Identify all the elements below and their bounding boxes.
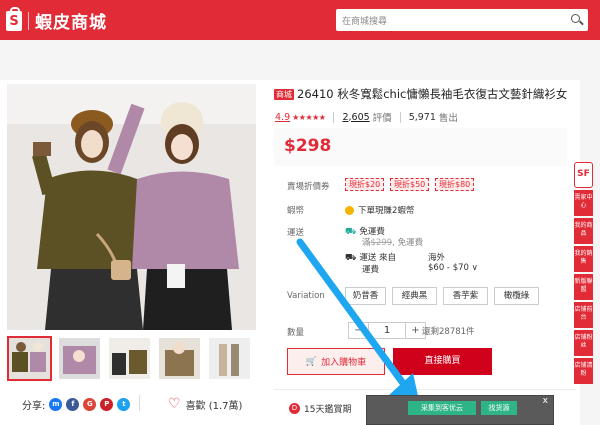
voucher-label: 賣場折價券	[287, 182, 330, 192]
rail-my-sales[interactable]: 我的銷售	[574, 246, 593, 272]
product-photo	[7, 84, 256, 330]
variation-option-1[interactable]: 奶昔香	[345, 287, 386, 305]
shipping-label: 運送	[287, 228, 305, 238]
thumbnail-2[interactable]	[57, 336, 102, 381]
rating-stars: ★★★★★	[292, 112, 326, 122]
thumbnail-1[interactable]	[7, 336, 52, 381]
free-shipping-suffix: 免運費	[397, 238, 424, 248]
shipping-fee-dropdown[interactable]: $60 - $70 ∨	[428, 263, 478, 273]
quantity-minus-button[interactable]: −	[349, 323, 368, 338]
logo-divider	[28, 11, 29, 30]
rail-storefront[interactable]: 店铺前台	[574, 302, 593, 328]
twitter-icon[interactable]: t	[117, 398, 131, 411]
product-title-text: 26410 秋冬寬鬆chic慵懶長袖毛衣復古文藝針織衫女	[297, 87, 568, 101]
variation-option-4[interactable]: 橄欖綠	[494, 287, 539, 305]
guarantee-info: D 15天鑑賞期	[289, 402, 351, 415]
buy-now-button[interactable]: 直接購買	[393, 348, 492, 375]
pinterest-icon[interactable]: P	[100, 398, 114, 411]
rail-store-fans[interactable]: 店铺粉丝	[574, 330, 593, 356]
heart-icon: ♡	[168, 396, 181, 412]
share-label: 分享:	[22, 401, 46, 412]
search-box[interactable]: 在商城搜尋	[336, 9, 588, 31]
coin-icon	[345, 205, 354, 215]
ship-from-label: 運送 來自	[359, 253, 397, 263]
voucher-20[interactable]: 現折$20	[345, 178, 385, 191]
sold-count: 5,971	[408, 111, 436, 123]
share-bar: 分享: m f G P t	[22, 397, 131, 412]
thumbnail-4[interactable]	[157, 336, 202, 381]
product-stats: 4.9 ★★★★★ 2,605 評價 5,971 售出	[275, 110, 458, 124]
divider	[139, 395, 140, 411]
thumbnail-image	[209, 338, 250, 379]
reviews-label: 評價	[372, 113, 392, 124]
coins-info: 下單現賺2蝦幣	[345, 204, 414, 216]
sf-logo-icon[interactable]: SF	[574, 162, 593, 188]
side-toolbar: SF 賣家中心 我的商品 我的銷售 新版聯盟 店铺前台 店铺粉丝 店铺清粉	[574, 162, 593, 384]
reviews-count[interactable]: 2,605	[342, 112, 369, 123]
divider	[333, 111, 335, 123]
logo-text: 蝦皮商城	[35, 13, 107, 33]
ship-from-value: 海外	[428, 253, 446, 263]
googleplus-icon[interactable]: G	[83, 398, 97, 411]
thumbnail-image	[109, 338, 150, 379]
sold-label: 售出	[438, 113, 458, 124]
coins-text: 下單現賺2蝦幣	[358, 206, 415, 216]
messenger-icon[interactable]: m	[49, 398, 63, 411]
voucher-50[interactable]: 現折$50	[390, 178, 430, 191]
collect-button[interactable]: 采集到客优云	[408, 401, 476, 415]
add-to-cart-button[interactable]: 🛒 加入購物車	[287, 348, 385, 375]
rating-value[interactable]: 4.9	[275, 112, 290, 123]
search-icon[interactable]	[568, 11, 586, 29]
divider	[274, 389, 576, 390]
shipping-fee-label: 運費	[362, 265, 380, 275]
variation-option-3[interactable]: 香芋紫	[443, 287, 488, 305]
thumbnail-5[interactable]	[207, 336, 252, 381]
guarantee-label: 15天鑑賞期	[304, 405, 352, 415]
free-shipping-threshold: $299	[370, 238, 393, 248]
shopee-mall-logo[interactable]: S 蝦皮商城	[6, 6, 107, 33]
thumbnail-3[interactable]	[107, 336, 152, 381]
quantity-label: 數量	[287, 328, 305, 338]
quantity-stepper: − 1 +	[348, 322, 426, 339]
variation-label: Variation	[287, 291, 325, 301]
thumbnail-image	[59, 338, 100, 379]
mall-badge: 商城	[274, 89, 294, 100]
thumbnail-image	[9, 338, 50, 379]
voucher-80[interactable]: 現折$80	[435, 178, 475, 191]
like-count: 喜歡 (1.7萬)	[185, 400, 243, 412]
free-shipping-icon: ⛟	[345, 227, 357, 237]
collector-plugin-popup: 采集到客优云 找货源 x	[366, 395, 554, 425]
product-main-image[interactable]	[7, 84, 256, 330]
shopping-bag-icon: S	[6, 6, 22, 31]
divider	[399, 111, 401, 123]
search-input[interactable]: 在商城搜尋	[342, 14, 387, 27]
rail-my-products[interactable]: 我的商品	[574, 218, 593, 244]
guarantee-icon: D	[289, 403, 300, 414]
free-shipping-condition: 滿$299, 免運費	[362, 238, 424, 248]
price-section: $298	[274, 128, 567, 166]
thumbnail-strip	[7, 336, 252, 381]
rail-clear-fans[interactable]: 店铺清粉	[574, 358, 593, 384]
product-title: 商城 26410 秋冬寬鬆chic慵懶長袖毛衣復古文藝針織衫女	[274, 87, 574, 102]
like-button[interactable]: ♡ 喜歡 (1.7萬)	[168, 396, 242, 412]
rail-affiliate[interactable]: 新版聯盟	[574, 274, 593, 300]
find-source-button[interactable]: 找货源	[481, 401, 517, 415]
coins-label: 蝦幣	[287, 206, 305, 216]
thumbnail-image	[159, 338, 200, 379]
variation-option-2[interactable]: 經典黑	[392, 287, 437, 305]
top-header: S 蝦皮商城 在商城搜尋	[0, 0, 600, 40]
rail-seller-center[interactable]: 賣家中心	[574, 190, 593, 216]
quantity-input[interactable]: 1	[368, 323, 406, 338]
product-price: $298	[284, 136, 332, 156]
facebook-icon[interactable]: f	[66, 398, 80, 411]
add-to-cart-label: 加入購物車	[321, 358, 367, 368]
close-icon[interactable]: x	[543, 396, 548, 406]
truck-icon: ⛟	[345, 253, 357, 263]
cart-icon: 🛒	[305, 356, 318, 367]
stock-remaining: 還剩28781件	[422, 327, 475, 337]
